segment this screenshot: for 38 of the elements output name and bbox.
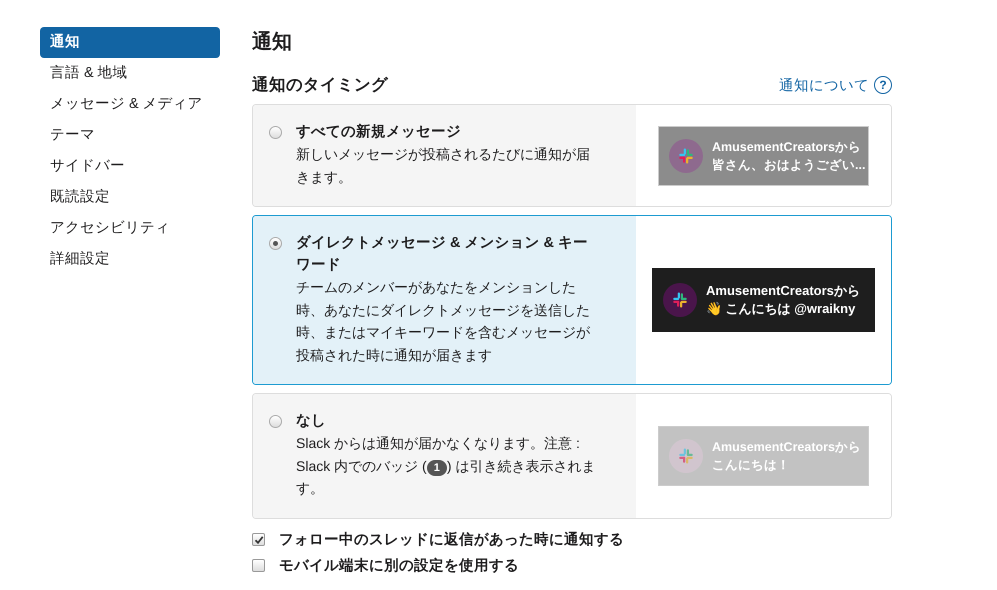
count-badge: 1 (426, 460, 447, 476)
option-title: すべての新規メッセージ (296, 122, 462, 142)
preview-sender: AmusementCreatorsから (712, 438, 861, 456)
page-title: 通知 (252, 30, 293, 55)
sidebar-item[interactable]: メッセージ & メディア (40, 89, 220, 120)
option-title: なし (296, 412, 327, 431)
checkbox-label[interactable]: フォロー中のスレッドに返信があった時に通知する (279, 530, 624, 549)
sidebar-item[interactable]: 既読設定 (40, 182, 220, 213)
preview-sender: AmusementCreatorsから (706, 282, 860, 300)
radio-button[interactable] (269, 126, 282, 139)
preview-message: 👋 こんにちは @wraikny (706, 300, 856, 318)
preview-sender: AmusementCreatorsから (712, 138, 862, 156)
preview-message: 皆さん、おはようござい... (712, 156, 866, 174)
slack-logo-icon (669, 438, 703, 473)
checkbox[interactable] (252, 559, 265, 572)
checkbox[interactable] (252, 533, 265, 546)
help-icon[interactable]: ? (874, 76, 892, 94)
sidebar-item[interactable]: アクセシビリティ (40, 213, 220, 244)
radio-button[interactable] (269, 415, 282, 428)
option-title: ダイレクトメッセージ & メンション & キーワード (296, 234, 590, 275)
radio-button[interactable] (269, 237, 282, 250)
option-description: チームのメンバーがあなたをメンションした時、あなたにダイレクトメッセージを送信した時、またはマイキーワードを含むメッセージが投稿された時に通知が届きます (296, 278, 591, 364)
checkbox-label[interactable]: モバイル端末に別の設定を使用する (279, 556, 519, 575)
slack-logo-icon (669, 138, 703, 172)
sidebar-item[interactable]: サイドバー (40, 151, 220, 182)
option-description: 新しいメッセージが投稿されるたびに通知が届きます。 (296, 145, 591, 186)
sidebar-item[interactable]: テーマ (40, 120, 220, 151)
sidebar-item[interactable]: 通知 (40, 27, 220, 58)
section-heading: 通知のタイミング (252, 75, 388, 96)
help-link[interactable]: 通知について (779, 76, 869, 94)
option-card[interactable]: なし Slack からは通知が届かなくなります。注意 : Slack 内でのバッジ ( 1 ) は引き続き表示されます。 AmusementCreatorsから こんにちは！ (252, 393, 892, 518)
slack-logo-icon (663, 283, 697, 317)
option-card[interactable]: すべての新規メッセージ 新しいメッセージが投稿されるたびに通知が届きます。 AmusementCreatorsから 皆さん、おはようござい... (252, 104, 892, 207)
preview-message: こんにちは！ (712, 456, 791, 474)
sidebar-item[interactable]: 詳細設定 (40, 244, 220, 275)
option-card[interactable]: ダイレクトメッセージ & メンション & キーワード チームのメンバーがあなたをメンションした時、あなたにダイレクトメッセージを送信した時、またはマイキーワードを含むメッセージが投稿された時に通知が届きます AmusementCreatorsから 👋 こんにちは @wraikny (252, 215, 892, 385)
sidebar-item[interactable]: 言語 & 地域 (40, 58, 220, 89)
option-description: Slack からは通知が届かなくなります。注意 : Slack 内でのバッジ ( 1 ) は引き続き表示されます。 (296, 434, 596, 498)
